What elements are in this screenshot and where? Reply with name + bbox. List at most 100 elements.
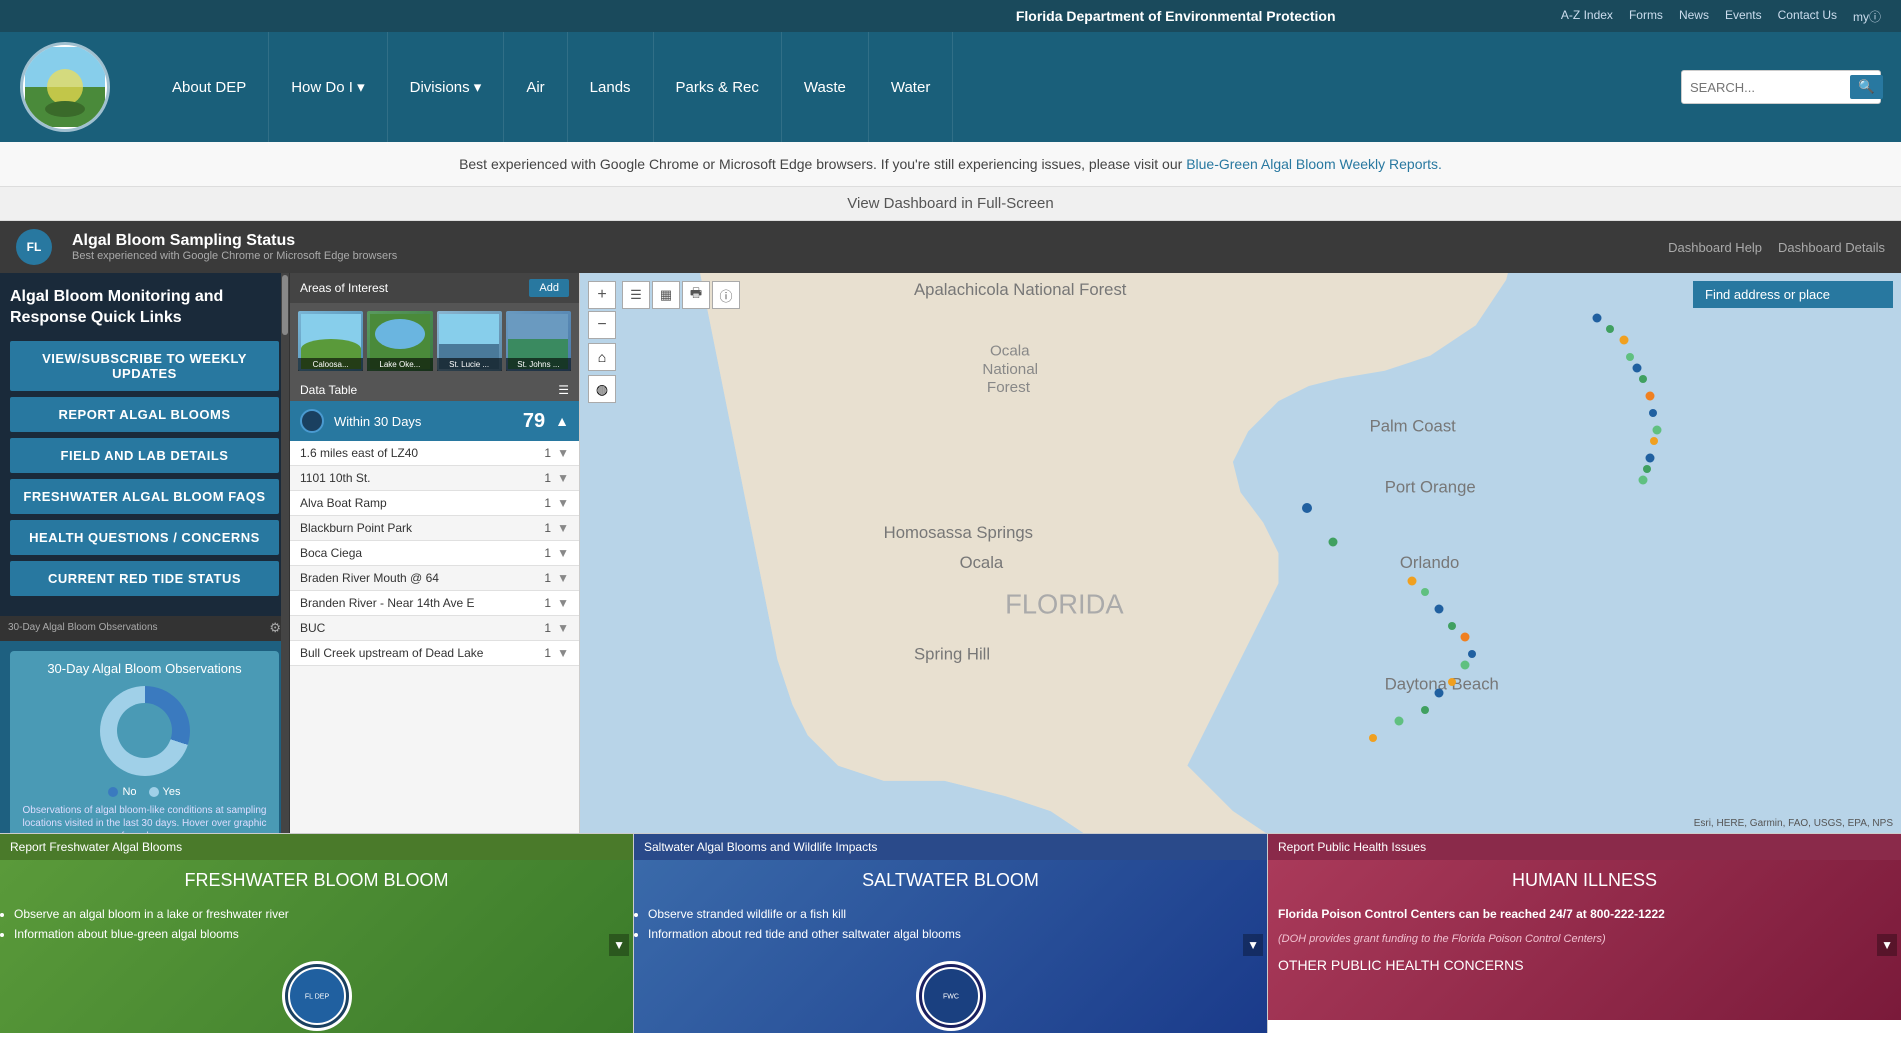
legend-no-item: No bbox=[108, 786, 136, 798]
thumb-3[interactable]: St. Lucie ... bbox=[437, 311, 502, 371]
map-area[interactable]: FLORIDA Lynn Haven Panama City Apalachic… bbox=[580, 273, 1901, 833]
az-index-link[interactable]: A-Z Index bbox=[1561, 8, 1613, 25]
health-panel-body: HUMAN ILLNESS Florida Poison Control Cen… bbox=[1268, 860, 1901, 1020]
map-dot bbox=[1619, 336, 1628, 345]
logo-inner bbox=[25, 47, 105, 127]
row-expand-6[interactable]: ▼ bbox=[557, 596, 569, 610]
map-dot bbox=[1643, 465, 1651, 473]
row-expand-3[interactable]: ▼ bbox=[557, 521, 569, 535]
legend-yes-item: Yes bbox=[149, 786, 181, 798]
donut-chart-area bbox=[20, 686, 269, 776]
table-row: 1101 10th St. 1 ▼ bbox=[290, 466, 579, 491]
map-print-button[interactable]: 🖶 bbox=[682, 281, 710, 309]
row-expand-2[interactable]: ▼ bbox=[557, 496, 569, 510]
legend-no-label: No bbox=[122, 786, 136, 798]
saltwater-scroll-button[interactable]: ▼ bbox=[1243, 934, 1263, 956]
map-dot bbox=[1626, 353, 1634, 361]
freshwater-header-label: Report Freshwater Algal Blooms bbox=[10, 840, 182, 854]
table-row: Boca Ciega 1 ▼ bbox=[290, 541, 579, 566]
map-dot bbox=[1395, 717, 1404, 726]
health-questions-button[interactable]: HEALTH QUESTIONS / CONCERNS bbox=[10, 520, 279, 555]
areas-title: Areas of Interest bbox=[300, 281, 388, 295]
legend-yes-dot bbox=[149, 787, 159, 797]
water-link[interactable]: Water bbox=[869, 32, 953, 142]
thumb-4[interactable]: St. Johns ... bbox=[506, 311, 571, 371]
notice-text: Best experienced with Google Chrome or M… bbox=[459, 156, 1186, 172]
map-dot bbox=[1448, 678, 1456, 686]
freshwater-scroll-button[interactable]: ▼ bbox=[609, 934, 629, 956]
table-row: Braden River Mouth @ 64 1 ▼ bbox=[290, 566, 579, 591]
row-expand-4[interactable]: ▼ bbox=[557, 546, 569, 560]
freshwater-panel-header: Report Freshwater Algal Blooms ▼ bbox=[0, 834, 633, 860]
news-link[interactable]: News bbox=[1679, 8, 1709, 25]
left-scrollbar[interactable] bbox=[281, 273, 289, 833]
dashboard-help-link[interactable]: Dashboard Help bbox=[1668, 240, 1762, 255]
middle-panel: Areas of Interest Add Caloosa... bbox=[290, 273, 580, 833]
freshwater-faqs-button[interactable]: FRESHWATER ALGAL BLOOM FAQS bbox=[10, 479, 279, 514]
map-dot bbox=[1408, 577, 1417, 586]
data-table-header: Data Table ☰ bbox=[290, 379, 579, 401]
map-info-button[interactable]: ⓘ bbox=[712, 281, 740, 309]
svg-text:Palm Coast: Palm Coast bbox=[1370, 417, 1457, 436]
freshwater-seal-icon: FL DEP bbox=[282, 961, 352, 1031]
obs-settings-icon[interactable]: ⚙ bbox=[269, 620, 281, 636]
data-table-options-icon: ☰ bbox=[558, 383, 569, 397]
lands-link[interactable]: Lands bbox=[568, 32, 654, 142]
row-expand-7[interactable]: ▼ bbox=[557, 621, 569, 635]
saltwater-header-label: Saltwater Algal Blooms and Wildlife Impa… bbox=[644, 840, 877, 854]
parks-rec-link[interactable]: Parks & Rec bbox=[654, 32, 782, 142]
search-button[interactable]: 🔍 bbox=[1850, 75, 1883, 99]
map-list-view-button[interactable]: ☰ bbox=[622, 281, 650, 309]
health-scroll-button[interactable]: ▼ bbox=[1877, 934, 1897, 956]
divisions-link[interactable]: Divisions ▾ bbox=[388, 32, 505, 142]
algal-bloom-link[interactable]: Blue-Green Algal Bloom Weekly Reports. bbox=[1186, 156, 1442, 172]
row-expand-5[interactable]: ▼ bbox=[557, 571, 569, 585]
thumb-1[interactable]: Caloosa... bbox=[298, 311, 363, 371]
data-table-title: Data Table bbox=[300, 383, 357, 397]
view-subscribe-button[interactable]: VIEW/SUBSCRIBE TO WEEKLY UPDATES bbox=[10, 341, 279, 391]
row-count-0: 1 bbox=[544, 446, 551, 460]
svg-text:Spring Hill: Spring Hill bbox=[914, 644, 990, 663]
obs-section-header: 30-Day Algal Bloom Observations ⚙ bbox=[0, 616, 289, 640]
add-area-button[interactable]: Add bbox=[529, 279, 569, 297]
map-dot bbox=[1302, 503, 1312, 513]
about-dep-link[interactable]: About DEP bbox=[150, 32, 269, 142]
dashboard-details-link[interactable]: Dashboard Details bbox=[1778, 240, 1885, 255]
zoom-in-button[interactable]: + bbox=[588, 281, 616, 309]
how-do-i-link[interactable]: How Do I ▾ bbox=[269, 32, 387, 142]
row-expand-1[interactable]: ▼ bbox=[557, 471, 569, 485]
table-row: Branden River - Near 14th Ave E 1 ▼ bbox=[290, 591, 579, 616]
zoom-out-button[interactable]: − bbox=[588, 311, 616, 339]
map-address-search-button[interactable]: Find address or place bbox=[1693, 281, 1893, 308]
user-icon[interactable]: myⓘ bbox=[1853, 8, 1881, 25]
search-input[interactable] bbox=[1690, 80, 1850, 95]
dashboard-header: FL Algal Bloom Sampling Status Best expe… bbox=[0, 221, 1901, 273]
waste-link[interactable]: Waste bbox=[782, 32, 869, 142]
svg-text:National: National bbox=[982, 361, 1038, 378]
map-location-button[interactable]: ◍ bbox=[588, 375, 616, 403]
map-dot bbox=[1434, 689, 1443, 698]
map-dot bbox=[1328, 537, 1337, 546]
forms-link[interactable]: Forms bbox=[1629, 8, 1663, 25]
saltwater-title-box: SALTWATER BLOOM bbox=[634, 860, 1267, 901]
contact-us-link[interactable]: Contact Us bbox=[1778, 8, 1837, 25]
saltwater-bullet-0: Observe stranded wildlife or a fish kill bbox=[648, 907, 1253, 921]
events-link[interactable]: Events bbox=[1725, 8, 1762, 25]
freshwater-panel-body: FRESHWATER BLOOM BLOOM Observe an algal … bbox=[0, 860, 633, 1033]
map-home-button[interactable]: ⌂ bbox=[588, 343, 616, 371]
field-lab-button[interactable]: FIELD AND LAB DETAILS bbox=[10, 438, 279, 473]
other-title: OTHER bbox=[1278, 957, 1327, 973]
row-expand-8[interactable]: ▼ bbox=[557, 646, 569, 660]
table-expand-button[interactable]: ▲ bbox=[555, 413, 569, 429]
map-dot bbox=[1434, 605, 1443, 614]
map-dot bbox=[1468, 650, 1476, 658]
air-link[interactable]: Air bbox=[504, 32, 567, 142]
row-expand-0[interactable]: ▼ bbox=[557, 446, 569, 460]
map-grid-view-button[interactable]: ▦ bbox=[652, 281, 680, 309]
bottom-info-panels: Report Freshwater Algal Blooms ▼ FRESHWA… bbox=[0, 833, 1901, 1033]
obs-panel-title: 30-Day Algal Bloom Observations bbox=[20, 661, 269, 676]
map-dot bbox=[1646, 392, 1655, 401]
red-tide-status-button[interactable]: CURRENT RED TIDE STATUS bbox=[10, 561, 279, 596]
thumb-2[interactable]: Lake Oke... bbox=[367, 311, 432, 371]
report-algal-button[interactable]: REPORT ALGAL BLOOMS bbox=[10, 397, 279, 432]
